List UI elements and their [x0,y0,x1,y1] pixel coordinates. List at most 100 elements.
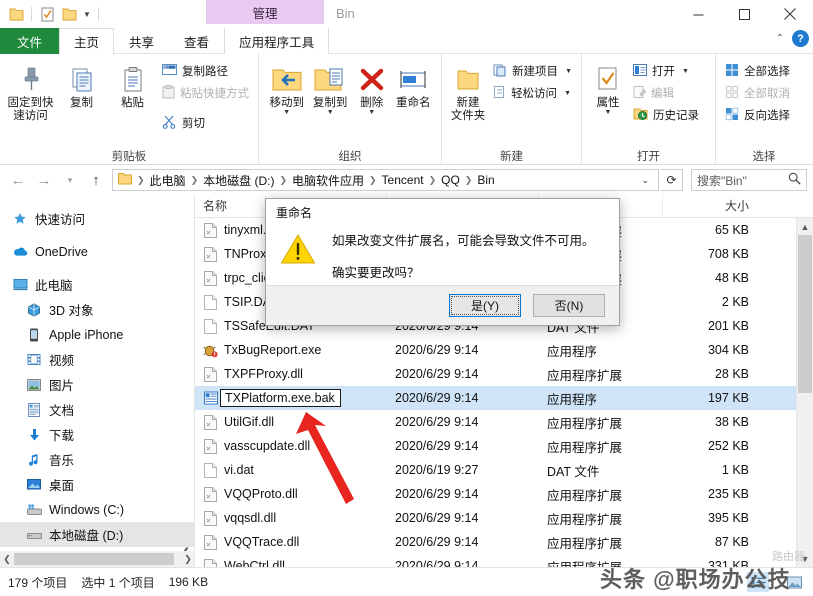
select-none-button[interactable]: 全部取消 [722,83,793,103]
breadcrumb-item-2[interactable]: 电脑软件应用 [289,172,367,189]
pin-to-quick-access-button[interactable]: 固定到快 速访问 [6,58,55,123]
search-input[interactable]: 搜索"Bin" [697,172,788,189]
scrollbar-thumb[interactable] [14,553,174,565]
open-button[interactable]: 打开 ▼ [630,61,702,81]
scroll-up-arrow-icon[interactable]: ▲ [797,218,813,235]
sidebar-item-videos[interactable]: 视频 [0,347,194,372]
breadcrumb-separator[interactable]: ❯ [189,175,201,186]
sidebar-item-music[interactable]: 音乐 [0,447,194,472]
table-row[interactable]: TxBugReport.exe 2020/6/29 9:14 应用程序 304 … [195,338,796,362]
chevron-down-icon[interactable]: ▼ [283,109,290,116]
breadcrumb-separator[interactable]: ❯ [463,175,475,186]
sidebar-item-quick-access[interactable]: 快速访问 [0,206,194,231]
sidebar-item-pictures[interactable]: 图片 [0,372,194,397]
table-row[interactable]: vqqsdl.dll 2020/6/29 9:14 应用程序扩展 395 KB [195,506,796,530]
breadcrumb-item-1[interactable]: 本地磁盘 (D:) [200,172,277,189]
invert-selection-button[interactable]: 反向选择 [722,105,793,125]
maximize-button[interactable] [721,0,767,28]
breadcrumb-item-5[interactable]: Bin [474,173,497,187]
new-folder-icon[interactable] [59,4,79,24]
tab-view[interactable]: 查看 [169,28,224,54]
paste-button[interactable]: 粘贴 [108,58,157,110]
tab-home[interactable]: 主页 [59,28,115,54]
file-name-cell[interactable]: vasscupdate.dll [195,434,387,458]
edit-button[interactable]: 编辑 [630,83,702,103]
chevron-down-icon[interactable]: ▼ [605,109,612,116]
file-name-cell[interactable]: UtilGif.dll [195,410,387,434]
up-button[interactable]: ↑ [84,169,108,191]
select-all-button[interactable]: 全部选择 [722,61,793,81]
delete-button[interactable]: 删除 ▼ [352,58,392,116]
properties-button[interactable]: 属性 ▼ [588,58,628,116]
help-icon[interactable]: ? [792,30,809,47]
refresh-button[interactable]: ⟳ [661,169,683,191]
breadcrumb-item-0[interactable]: 此电脑 [147,172,189,189]
copy-path-button[interactable]: W:\ 复制路径 [159,61,252,81]
file-list-vertical-scrollbar[interactable]: ▲ ▼ [796,218,813,567]
minimize-button[interactable] [675,0,721,28]
navpane-horizontal-scrollbar[interactable]: ❮ ❯ [0,551,194,567]
file-name-cell[interactable]: TxBugReport.exe [195,338,387,362]
scrollbar-thumb[interactable] [798,235,812,393]
no-button[interactable]: 否(N) [533,294,605,317]
copy-button[interactable]: 复制 [57,58,106,110]
breadcrumb-bar[interactable]: ❯ 此电脑 ❯ 本地磁盘 (D:) ❯ 电脑软件应用 ❯ Tencent ❯ Q… [112,169,659,191]
move-to-button[interactable]: 移动到 ▼ [265,58,308,116]
tab-application-tools[interactable]: 应用程序工具 [224,28,330,54]
chevron-down-icon[interactable]: ▼ [565,68,572,75]
history-button[interactable]: 历史记录 [630,105,702,125]
new-item-button[interactable]: 新建项目 ▼ [490,61,575,81]
table-row[interactable]: VQQProto.dll 2020/6/29 9:14 应用程序扩展 235 K… [195,482,796,506]
sidebar-item-windows-c[interactable]: Windows (C:) [0,497,194,522]
easy-access-button[interactable]: 轻松访问 ▼ [490,83,575,103]
cut-button[interactable]: 剪切 [159,113,252,133]
breadcrumb-item-4[interactable]: QQ [438,173,463,187]
paste-shortcut-button[interactable]: 粘贴快捷方式 [159,83,252,103]
scroll-right-arrow-icon[interactable]: ❯ [181,551,194,567]
search-icon[interactable] [788,172,801,188]
chevron-down-icon[interactable]: ▼ [368,109,375,116]
forward-button[interactable]: → [32,169,56,191]
back-button[interactable]: ← [6,169,30,191]
file-name-cell[interactable]: TXPFProxy.dll [195,362,387,386]
sidebar-item-downloads[interactable]: 下载 [0,422,194,447]
rename-button[interactable]: 重命名 [392,58,435,110]
folder-icon[interactable] [6,4,26,24]
copy-to-button[interactable]: 复制到 ▼ [308,58,351,116]
breadcrumb-item-3[interactable]: Tencent [379,173,427,187]
recent-locations-button[interactable]: ▾ [58,169,82,191]
sidebar-item-documents[interactable]: 文档 [0,397,194,422]
chevron-down-icon[interactable]: ▼ [327,109,334,116]
file-name-cell[interactable]: VQQProto.dll [195,482,387,506]
table-row-selected[interactable]: TXPlatform.exe.bak 2020/6/29 9:14 应用程序 1… [195,386,796,410]
column-header-size[interactable]: 大小 [663,194,759,218]
properties-check-icon[interactable] [37,4,57,24]
table-row[interactable]: UtilGif.dll 2020/6/29 9:14 应用程序扩展 38 KB [195,410,796,434]
table-row[interactable]: VQQTrace.dll 2020/6/29 9:14 应用程序扩展 87 KB [195,530,796,554]
address-dropdown-caret-icon[interactable]: ⌄ [635,175,655,186]
tab-share[interactable]: 共享 [114,28,169,54]
breadcrumb-separator[interactable]: ❯ [367,175,379,186]
breadcrumb-separator[interactable]: ❯ [277,175,289,186]
file-name-cell[interactable]: WebCtrl.dll [195,554,387,567]
chevron-down-icon[interactable]: ▼ [564,90,571,97]
chevron-up-icon[interactable]: ⌃ [776,33,784,44]
sidebar-item-3d-objects[interactable]: 3D 对象 [0,297,194,322]
sidebar-item-onedrive[interactable]: OneDrive [0,239,194,264]
sidebar-item-this-pc[interactable]: 此电脑 [0,272,194,297]
sidebar-item-local-disk-d[interactable]: 本地磁盘 (D:) [0,522,194,547]
file-name-cell[interactable]: TXPlatform.exe.bak [195,386,387,410]
chevron-down-icon[interactable]: ▼ [682,68,689,75]
tab-file[interactable]: 文件 [0,28,60,54]
sidebar-item-apple-iphone[interactable]: Apple iPhone [0,322,194,347]
file-name-cell[interactable]: vqqsdl.dll [195,506,387,530]
rename-input[interactable]: TXPlatform.exe.bak [220,389,341,407]
file-name-cell[interactable]: vi.dat [195,458,387,482]
file-name-cell[interactable]: VQQTrace.dll [195,530,387,554]
sidebar-item-desktop[interactable]: 桌面 [0,472,194,497]
new-folder-button[interactable]: 新建 文件夹 [448,58,488,123]
yes-button[interactable]: 是(Y) [449,294,521,317]
search-box[interactable]: 搜索"Bin" [691,169,807,191]
table-row[interactable]: vi.dat 2020/6/19 9:27 DAT 文件 1 KB [195,458,796,482]
customize-quick-access-caret-icon[interactable]: ▼ [81,10,93,19]
